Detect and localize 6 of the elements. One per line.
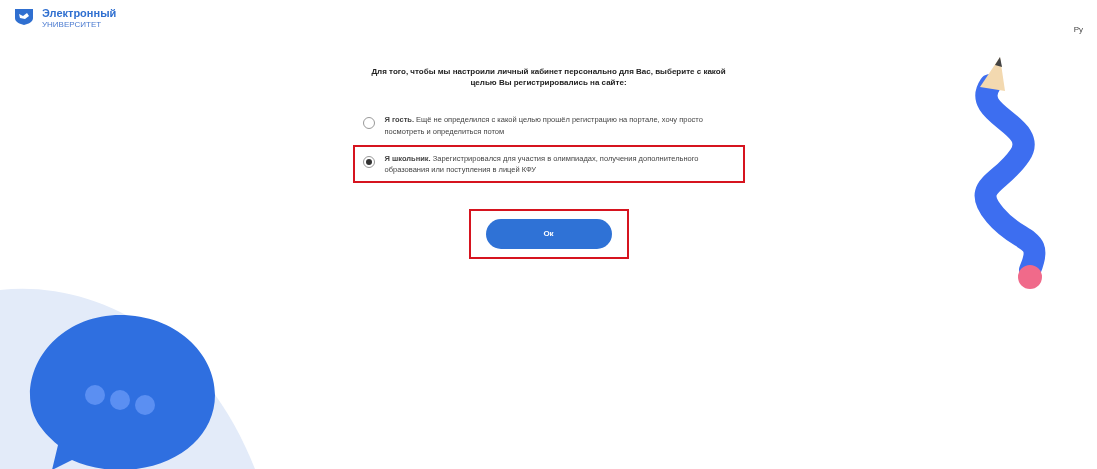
language-label: Ру [1073,24,1083,36]
logo-icon [14,8,34,25]
logo-subtitle: УНИВЕРСИТЕТ [42,21,103,29]
prompt-text: Для того, чтобы мы настроили личный кабинет персонально для Вас, выберите с какой целью Вы регистрировались на сайте: [370,66,727,89]
logo-title: Электронный [42,8,117,19]
ok-button[interactable]: Ок [485,219,612,250]
